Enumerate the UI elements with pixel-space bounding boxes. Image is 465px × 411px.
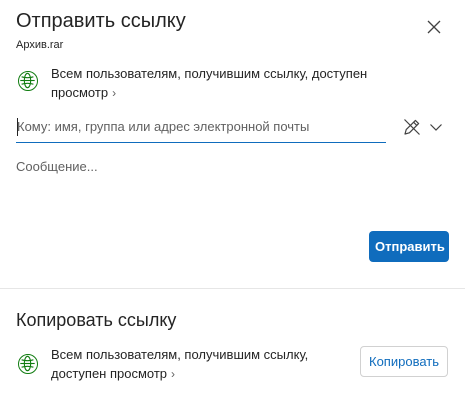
copy-link-title: Копировать ссылку xyxy=(16,310,177,330)
link-permission-text: Всем пользователям, получившим ссылку, д… xyxy=(51,66,368,100)
send-link-title: Отправить ссылку xyxy=(16,10,186,32)
chevron-down-icon xyxy=(430,124,442,131)
chevron-right-icon: › xyxy=(112,86,117,100)
copy-button[interactable]: Копировать xyxy=(360,346,448,377)
copy-link-permission-setting[interactable]: Всем пользователям, получившим ссылку, д… xyxy=(16,343,346,383)
recipient-permission-dropdown[interactable] xyxy=(402,115,448,139)
text-cursor xyxy=(17,118,18,136)
file-name: Архив.rar xyxy=(16,39,64,51)
link-permission-setting[interactable]: Всем пользователям, получившим ссылку, д… xyxy=(16,62,396,102)
chevron-right-icon: › xyxy=(171,367,176,381)
message-input[interactable] xyxy=(16,158,446,218)
copy-link-section: Копировать ссылку Всем пользователям, по… xyxy=(0,289,465,411)
close-button[interactable] xyxy=(425,18,443,36)
globe-icon xyxy=(18,354,38,374)
globe-icon xyxy=(18,71,38,91)
recipients-field xyxy=(16,112,387,143)
close-icon xyxy=(427,20,441,34)
send-link-section: Отправить ссылку Архив.rar Всем пользова… xyxy=(0,0,465,288)
pencil-icon xyxy=(404,119,420,135)
send-button[interactable]: Отправить xyxy=(369,231,449,262)
copy-link-permission-text: Всем пользователям, получившим ссылку, д… xyxy=(51,347,309,381)
recipients-input[interactable] xyxy=(16,112,387,140)
